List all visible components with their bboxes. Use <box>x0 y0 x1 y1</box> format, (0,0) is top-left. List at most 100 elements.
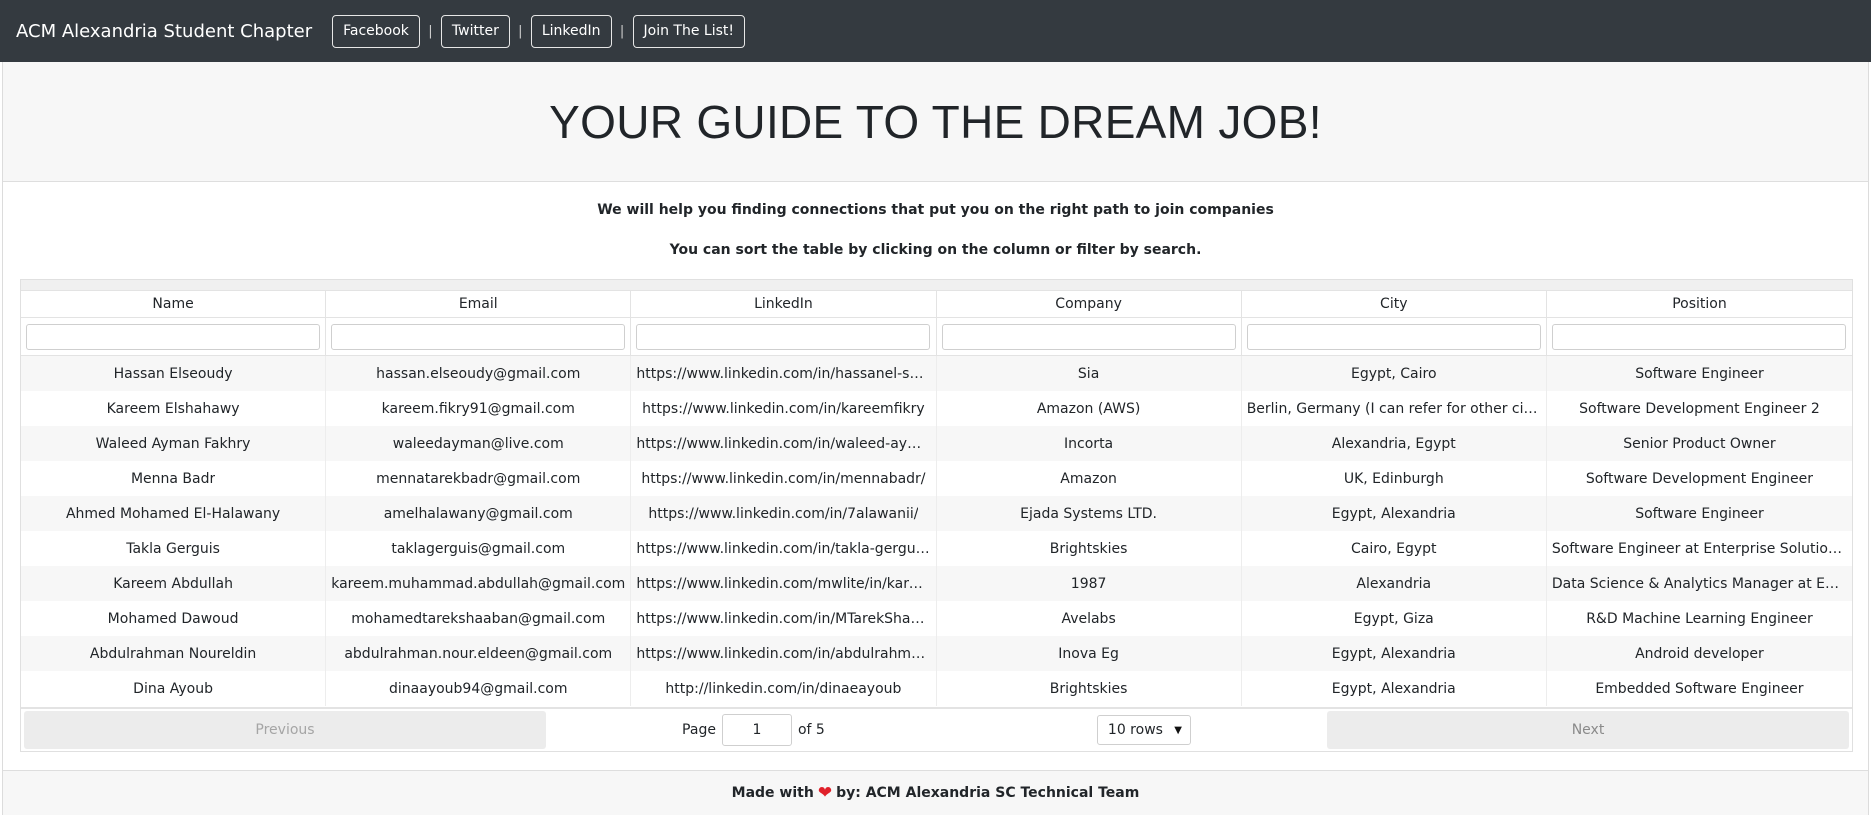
company-value: Sia <box>1077 365 1100 382</box>
cell-position: Software Engineer at Enterprise Solution… <box>1547 531 1852 566</box>
previous-button[interactable]: Previous <box>24 711 546 749</box>
cell-name: Hassan Elseoudy <box>21 356 327 391</box>
column-header-email[interactable]: Email <box>326 291 632 317</box>
nav-separator: | <box>518 23 523 39</box>
linkedin-value: https://www.linkedin.com/in/MTarekShaaba… <box>636 610 931 627</box>
email-filter-input[interactable] <box>331 323 626 350</box>
footer-prefix: Made with <box>731 785 814 801</box>
city-value: Berlin, Germany (I can refer for other c… <box>1246 400 1541 417</box>
cell-email[interactable]: kareem.fikry91@gmail.com <box>326 391 632 426</box>
caret-down-icon: ▼ <box>1174 724 1182 736</box>
cell-email[interactable]: mennatarekbadr@gmail.com <box>326 461 632 496</box>
cell-position: R&D Machine Learning Engineer <box>1547 601 1852 636</box>
name-value: Hassan Elseoudy <box>113 365 233 382</box>
table-row: Hassan Elseoudy hassan.elseoudy@gmail.com… <box>21 356 1852 391</box>
position-value: R&D Machine Learning Engineer <box>1586 610 1813 627</box>
name-value: Kareem Abdullah <box>113 575 233 592</box>
linkedin-filter-input[interactable] <box>636 323 931 350</box>
cell-company: Amazon (AWS) <box>937 391 1242 426</box>
email-value: mohamedtarekshaaban@gmail.com <box>351 610 606 627</box>
cell-email[interactable]: taklagerguis@gmail.com <box>326 531 632 566</box>
column-header-position[interactable]: Position <box>1547 291 1852 317</box>
position-value: Senior Product Owner <box>1623 435 1776 452</box>
name-value: Dina Ayoub <box>133 680 213 697</box>
name-value: Menna Badr <box>130 470 216 487</box>
column-header-name[interactable]: Name <box>21 291 327 317</box>
email-value: dinaayoub94@gmail.com <box>389 680 568 697</box>
cell-linkedin[interactable]: https://www.linkedin.com/in/waleed-ayman… <box>631 426 937 461</box>
city-value: Alexandria <box>1356 575 1432 592</box>
cell-linkedin[interactable]: https://www.linkedin.com/in/mennabadr/ <box>631 461 937 496</box>
cell-email[interactable]: abdulrahman.nour.eldeen@gmail.com <box>326 636 632 671</box>
page-count: of 5 <box>797 722 825 738</box>
cell-company: Brightskies <box>937 671 1242 706</box>
pagination-bar: Previous Page 1 of 5 10 rows ▼ Next <box>21 707 1852 751</box>
table-header-row: Name Email LinkedIn Company City Positio… <box>21 291 1852 318</box>
email-value: abdulrahman.nour.eldeen@gmail.com <box>344 645 613 662</box>
cell-position: Software Engineer <box>1547 356 1852 391</box>
city-filter-input[interactable] <box>1246 323 1541 350</box>
linkedin-link[interactable]: LinkedIn <box>530 14 612 48</box>
name-filter-input[interactable] <box>26 323 321 350</box>
city-value: Egypt, Alexandria <box>1331 680 1456 697</box>
cell-city: Egypt, Giza <box>1242 601 1547 636</box>
cell-name: Kareem Elshahawy <box>21 391 327 426</box>
city-value: Egypt, Giza <box>1353 610 1434 627</box>
facebook-link[interactable]: Facebook <box>332 14 420 48</box>
cell-email[interactable]: mohamedtarekshaaban@gmail.com <box>326 601 632 636</box>
name-value: Mohamed Dawoud <box>107 610 239 627</box>
cell-email[interactable]: dinaayoub94@gmail.com <box>326 671 632 706</box>
email-value: kareem.fikry91@gmail.com <box>381 400 575 417</box>
cell-name: Mohamed Dawoud <box>21 601 327 636</box>
city-value: Alexandria, Egypt <box>1331 435 1456 452</box>
cell-email[interactable]: waleedayman@live.com <box>326 426 632 461</box>
cell-email[interactable]: amelhalawany@gmail.com <box>326 496 632 531</box>
cell-linkedin[interactable]: https://www.linkedin.com/in/MTarekShaaba… <box>631 601 937 636</box>
company-value: Amazon (AWS) <box>1036 400 1141 417</box>
column-header-city[interactable]: City <box>1242 291 1547 317</box>
cell-city: Egypt, Cairo <box>1242 356 1547 391</box>
company-filter-input[interactable] <box>941 323 1236 350</box>
name-value: Ahmed Mohamed El-Halawany <box>65 505 281 522</box>
next-button[interactable]: Next <box>1327 711 1849 749</box>
cell-city: Egypt, Alexandria <box>1242 671 1547 706</box>
cell-linkedin[interactable]: https://www.linkedin.com/in/abdulrahmann… <box>631 636 937 671</box>
cell-company: 1987 <box>937 566 1242 601</box>
cell-linkedin[interactable]: https://www.linkedin.com/in/7alawanii/ <box>631 496 937 531</box>
linkedin-value: https://www.linkedin.com/in/hassanel-seo… <box>636 365 931 382</box>
cell-email[interactable]: kareem.muhammad.abdullah@gmail.com <box>326 566 632 601</box>
join-list-link[interactable]: Join The List! <box>632 14 745 48</box>
twitter-link[interactable]: Twitter <box>440 14 510 48</box>
cell-name: Dina Ayoub <box>21 671 327 706</box>
page-number-input[interactable]: 1 <box>721 714 792 746</box>
rows-per-page-select[interactable]: 10 rows ▼ <box>1096 715 1191 745</box>
cell-company: Sia <box>937 356 1242 391</box>
table-header-group <box>21 280 1852 291</box>
cell-city: Alexandria <box>1242 566 1547 601</box>
cell-city: Alexandria, Egypt <box>1242 426 1547 461</box>
cell-name: Waleed Ayman Fakhry <box>21 426 327 461</box>
column-header-linkedin[interactable]: LinkedIn <box>631 291 937 317</box>
column-header-company[interactable]: Company <box>937 291 1242 317</box>
cell-linkedin[interactable]: https://www.linkedin.com/in/hassanel-seo… <box>631 356 937 391</box>
position-value: Embedded Software Engineer <box>1595 680 1804 697</box>
cell-city: UK, Edinburgh <box>1242 461 1547 496</box>
cell-linkedin[interactable]: https://www.linkedin.com/mwlite/in/karee… <box>631 566 937 601</box>
cell-position: Data Science & Analytics Manager at Even… <box>1547 566 1852 601</box>
cell-linkedin[interactable]: https://www.linkedin.com/in/kareemfikry <box>631 391 937 426</box>
name-value: Kareem Elshahawy <box>106 400 240 417</box>
company-value: Brightskies <box>1049 680 1128 697</box>
cell-name: Takla Gerguis <box>21 531 327 566</box>
position-filter-input[interactable] <box>1552 323 1847 350</box>
cell-linkedin[interactable]: http://linkedin.com/in/dinaeayoub <box>631 671 937 706</box>
linkedin-value: https://www.linkedin.com/in/7alawanii/ <box>648 505 919 522</box>
brand-title[interactable]: ACM Alexandria Student Chapter <box>16 21 312 42</box>
table-body: Hassan Elseoudy hassan.elseoudy@gmail.com… <box>21 356 1852 706</box>
name-value: Waleed Ayman Fakhry <box>95 435 251 452</box>
cell-linkedin[interactable]: https://www.linkedin.com/in/takla-gergui… <box>631 531 937 566</box>
cell-company: Incorta <box>937 426 1242 461</box>
company-value: Amazon <box>1060 470 1117 487</box>
navbar: ACM Alexandria Student Chapter Facebook … <box>0 0 1871 62</box>
cell-email[interactable]: hassan.elseoudy@gmail.com <box>326 356 632 391</box>
linkedin-value: http://linkedin.com/in/dinaeayoub <box>665 680 902 697</box>
